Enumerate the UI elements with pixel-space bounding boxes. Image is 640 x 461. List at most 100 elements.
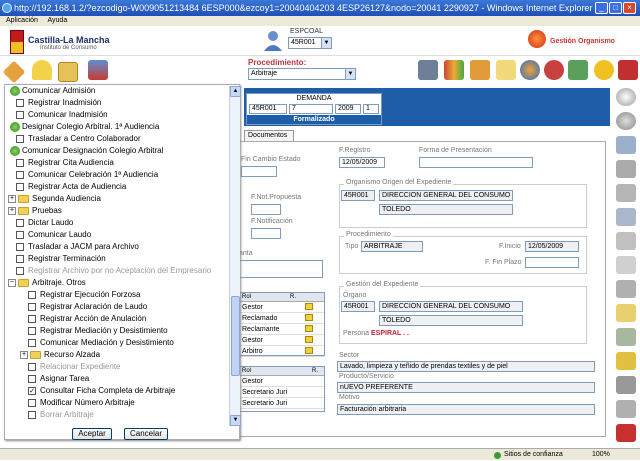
expand-icon[interactable]: + <box>8 195 16 203</box>
exit-icon[interactable] <box>618 60 638 80</box>
tree-item-label: Registrar Ejecución Forzosa <box>40 290 141 299</box>
chevron-down-icon: ▼ <box>345 69 355 79</box>
checkbox[interactable] <box>28 315 36 323</box>
checkbox[interactable] <box>16 111 24 119</box>
accept-button[interactable]: Aceptar <box>72 428 112 440</box>
print-preview-icon[interactable] <box>616 280 636 298</box>
scroll-thumb[interactable] <box>231 296 240 376</box>
tree-item-label: Arbitraje. Otros <box>32 278 86 287</box>
globe-icon[interactable] <box>520 60 540 80</box>
expediente-form: Fin Cambio Estado F.Registro 12/05/2009 … <box>238 141 606 437</box>
close-button[interactable]: × <box>623 2 636 14</box>
producto-label: Producto/Servicio <box>339 373 394 380</box>
demanda-cell: 7 <box>289 104 333 114</box>
books-icon[interactable] <box>444 60 464 80</box>
document-icon[interactable] <box>305 325 313 332</box>
user-organism-select[interactable]: 45R001 ▼ <box>288 37 332 49</box>
lightbulb-icon[interactable] <box>32 60 52 80</box>
sector-label: Sector <box>339 352 360 359</box>
f-fin-plazo-field[interactable] <box>525 257 579 268</box>
forma-presentacion-field[interactable] <box>419 157 533 168</box>
zoom-level[interactable]: 100% <box>592 449 610 461</box>
tree-item-label: Registrar Mediación y Desistimiento <box>40 326 168 335</box>
letter-a-icon[interactable] <box>616 304 636 322</box>
clip-icon[interactable] <box>616 256 636 274</box>
tree-item-label: Relacionar Expediente <box>40 362 121 371</box>
checkbox[interactable] <box>16 159 24 167</box>
checkbox[interactable] <box>28 327 36 335</box>
anta-field[interactable] <box>239 260 323 278</box>
scroll-down-icon[interactable]: ▼ <box>230 415 241 426</box>
f-not-propuesta-field[interactable] <box>251 204 281 215</box>
stack-icon[interactable] <box>616 136 636 154</box>
checkbox[interactable] <box>28 375 36 383</box>
menu-aplicacion[interactable]: Aplicación <box>6 17 38 24</box>
lightbulb-icon[interactable] <box>616 352 636 370</box>
envelope-icon[interactable] <box>496 60 516 80</box>
magnifier-icon[interactable] <box>616 88 636 106</box>
settings-icon[interactable] <box>616 400 636 418</box>
castilla-la-mancha-emblem-icon <box>10 30 24 54</box>
forma-presentacion-label: Forma de Presentación <box>419 147 492 154</box>
gear-icon[interactable] <box>594 60 614 80</box>
folder-icon[interactable] <box>58 62 78 82</box>
fin-cambio-estado-field[interactable] <box>241 166 277 177</box>
minimize-button[interactable]: _ <box>595 2 608 14</box>
checkbox[interactable] <box>16 255 24 263</box>
expand-icon[interactable]: + <box>20 351 28 359</box>
laptop-icon[interactable] <box>418 60 438 80</box>
f-notificacion-field[interactable] <box>251 228 281 239</box>
box-icon[interactable] <box>470 60 490 80</box>
procedure-value: Arbitraje <box>251 70 278 77</box>
tab-documentos[interactable]: Documentos <box>244 130 294 141</box>
transfer-icon[interactable] <box>88 60 108 80</box>
document-icon[interactable] <box>305 347 313 354</box>
cancel-button[interactable]: Cancelar <box>124 428 168 440</box>
tag-icon[interactable] <box>2 60 26 84</box>
maximize-button[interactable]: □ <box>609 2 622 14</box>
checkbox[interactable] <box>28 399 36 407</box>
organismo-city-field: TOLEDO <box>379 204 513 215</box>
gears-icon[interactable] <box>616 376 636 394</box>
checkbox[interactable] <box>28 291 36 299</box>
document-icon[interactable] <box>305 336 313 343</box>
table-row[interactable]: Secretario Juri <box>240 387 324 398</box>
user-group-icon[interactable] <box>544 60 564 80</box>
f-fin-plazo-label: F. Fin Plazo <box>485 259 522 266</box>
checkbox[interactable] <box>16 231 24 239</box>
scroll-up-icon[interactable]: ▲ <box>230 86 241 97</box>
checkbox[interactable] <box>16 135 24 143</box>
table-row[interactable]: Gestor <box>240 376 324 387</box>
copy-icon[interactable] <box>616 208 636 226</box>
checkbox[interactable] <box>16 171 24 179</box>
checkbox[interactable] <box>28 303 36 311</box>
scissors-icon[interactable] <box>616 184 636 202</box>
back-icon[interactable] <box>616 112 636 130</box>
tools-icon[interactable] <box>568 60 588 80</box>
document-icon[interactable] <box>305 314 313 321</box>
gestion-organismo-icon[interactable] <box>528 30 546 48</box>
collapse-icon[interactable]: − <box>8 279 16 287</box>
checkbox[interactable] <box>16 219 24 227</box>
table-row[interactable]: Secretario Juri <box>240 398 324 409</box>
list-icon[interactable] <box>616 328 636 346</box>
f-registro-field[interactable]: 12/05/2009 <box>339 157 385 168</box>
organismo-origen-title: Organismo Origen del Expediente <box>344 179 454 186</box>
procedure-select[interactable]: Arbitraje ▼ <box>248 68 356 80</box>
checkbox[interactable] <box>28 339 36 347</box>
folder-icon <box>18 207 29 215</box>
expand-icon[interactable]: + <box>8 207 16 215</box>
checkbox[interactable] <box>16 243 24 251</box>
document-icon[interactable] <box>305 303 313 310</box>
tree-item-label: Comunicar Laudo <box>28 230 92 239</box>
tractor-icon[interactable] <box>616 424 636 442</box>
printer-icon[interactable] <box>616 160 636 178</box>
fin-cambio-estado-label: Fin Cambio Estado <box>241 156 301 163</box>
checkbox[interactable] <box>16 183 24 191</box>
gestion-organismo-link[interactable]: Gestión Organismo <box>550 38 615 45</box>
tree-scrollbar[interactable]: ▲ ▼ <box>229 86 241 426</box>
menu-ayuda[interactable]: Ayuda <box>47 17 67 24</box>
checkbox-checked[interactable]: ✓ <box>28 387 36 395</box>
paste-icon[interactable] <box>616 232 636 250</box>
checkbox[interactable] <box>16 99 24 107</box>
